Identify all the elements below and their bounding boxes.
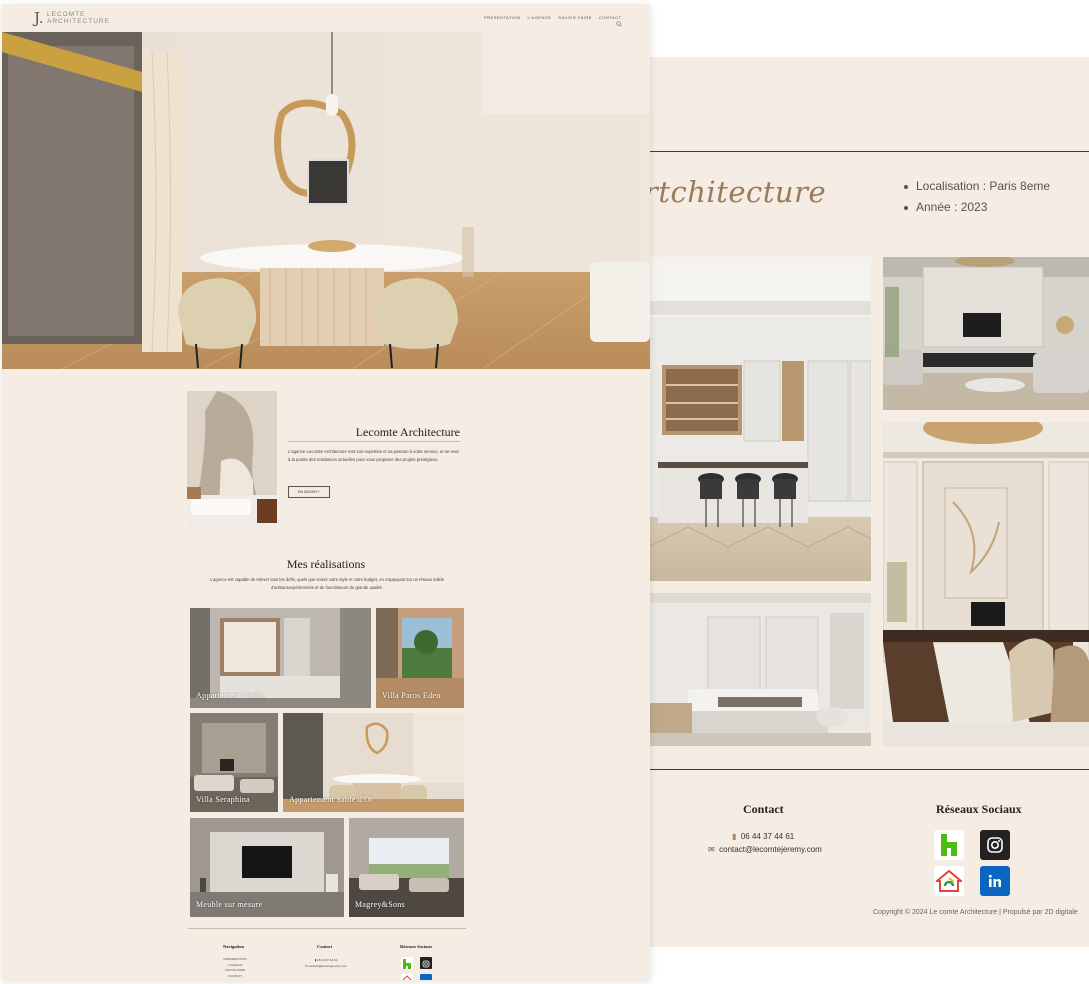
- learn-more-button[interactable]: EN SAVOIR +: [288, 486, 330, 498]
- instagram-icon[interactable]: [420, 957, 432, 969]
- logo-icon[interactable]: J.: [34, 11, 44, 26]
- project-card-villa-seraphina[interactable]: Villa Seraphina: [190, 713, 278, 812]
- office-photo[interactable]: [883, 422, 1089, 746]
- instagram-icon[interactable]: [980, 830, 1010, 860]
- project-title: rtchitecture: [648, 175, 827, 209]
- about-text: L'agence Lecomte Architecture met son ex…: [288, 449, 459, 462]
- maison-icon[interactable]: [934, 866, 964, 896]
- houzz-icon[interactable]: [401, 957, 413, 969]
- project-card-villa-paros-eden[interactable]: Villa Paros Eden: [376, 608, 464, 708]
- home-page: J. LECOMTE ARCHITECTURE PRESENTATION L'A…: [2, 4, 650, 980]
- phone-number: 06 44 37 44 61: [317, 958, 338, 962]
- linkedin-icon[interactable]: [980, 866, 1010, 896]
- maison-icon[interactable]: [401, 974, 413, 980]
- site-header: J. LECOMTE ARCHITECTURE PRESENTATION L'A…: [2, 4, 650, 32]
- about-title: Lecomte Architecture: [355, 425, 460, 439]
- footer-navigation-heading: Navigation: [223, 944, 245, 949]
- project-caption: Appartement Roche: [196, 691, 266, 700]
- email-address: contact@lecomtejeremy.com: [719, 845, 822, 854]
- project-caption: Meuble sur mesure: [196, 900, 263, 909]
- divider: [648, 151, 1089, 152]
- copyright-text: Copyright © 2024 Le comte Architecture |…: [873, 909, 1078, 916]
- footer-contact-heading: Contact: [317, 944, 333, 949]
- email-address: contact@lecomtejeremy.com: [308, 964, 347, 968]
- kitchen-photo[interactable]: [648, 257, 871, 581]
- realisations-text: L'agence est capable de relever tous les…: [209, 577, 445, 590]
- project-detail-page: rtchitecture Localisation : Paris 8eme A…: [648, 57, 1089, 947]
- project-caption: Magrey&Sons: [355, 900, 405, 909]
- nav-item-agence[interactable]: L'AGENCE: [528, 15, 552, 20]
- footer-nav-item[interactable]: PRESENTATION: [220, 957, 250, 963]
- project-caption: Villa Paros Eden: [382, 691, 441, 700]
- bedroom-photo[interactable]: [648, 593, 871, 746]
- logo-line-2: ARCHITECTURE: [47, 18, 110, 25]
- project-card-appartement-roche[interactable]: Appartement Roche: [190, 608, 371, 708]
- nav-item-presentation[interactable]: PRESENTATION: [484, 15, 521, 20]
- divider: [288, 441, 460, 442]
- contact-phone[interactable]: ▮ 06 44 37 44 61: [732, 832, 794, 841]
- footer-social-heading: Réseaux Sociaux: [400, 944, 433, 949]
- nav-item-savoir-faire[interactable]: SAVOIR FAIRE: [558, 15, 592, 20]
- about-image: [187, 391, 277, 533]
- main-nav: PRESENTATION L'AGENCE SAVOIR FAIRE CONTA…: [484, 15, 621, 20]
- divider: [188, 928, 466, 929]
- phone-icon: ▮: [732, 832, 737, 841]
- project-card-appartement-sable-dor[interactable]: Appartement Sable d'Or: [283, 713, 464, 812]
- project-caption: Villa Seraphina: [196, 795, 251, 804]
- contact-heading: Contact: [743, 802, 784, 816]
- hero-image: [2, 32, 650, 369]
- social-heading: Réseaux Sociaux: [936, 802, 1022, 816]
- search-icon[interactable]: [616, 14, 622, 32]
- info-location: Localisation : Paris 8eme: [904, 179, 1050, 193]
- project-card-meuble-sur-mesure[interactable]: Meuble sur mesure: [190, 818, 344, 917]
- site-logo[interactable]: LECOMTE ARCHITECTURE: [47, 11, 110, 25]
- project-info-list: Localisation : Paris 8eme Année : 2023: [904, 179, 1050, 221]
- project-card-magrey-sons[interactable]: Magrey&Sons: [349, 818, 464, 917]
- footer-contact: ▮ 06 44 37 44 61 ✉ contact@lecomtejeremy…: [298, 957, 354, 969]
- footer-nav-item[interactable]: CONTACT: [220, 974, 250, 980]
- contact-email[interactable]: ✉ contact@lecomtejeremy.com: [708, 845, 822, 854]
- phone-number: 06 44 37 44 61: [740, 832, 795, 841]
- project-caption: Appartement Sable d'Or: [289, 795, 374, 804]
- footer-nav: PRESENTATION L'AGENCE SAVOIR FAIRE CONTA…: [220, 957, 250, 979]
- living-room-photo[interactable]: [883, 257, 1089, 410]
- footer-email[interactable]: ✉ contact@lecomtejeremy.com: [298, 963, 354, 969]
- divider: [648, 769, 1089, 770]
- logo-line-1: LECOMTE: [47, 11, 86, 18]
- mail-icon: ✉: [708, 845, 715, 854]
- screenshot-stage: rtchitecture Localisation : Paris 8eme A…: [0, 0, 1089, 984]
- realisations-title: Mes réalisations: [286, 557, 366, 571]
- houzz-icon[interactable]: [934, 830, 964, 860]
- linkedin-icon[interactable]: [420, 974, 432, 980]
- info-year: Année : 2023: [904, 200, 1050, 214]
